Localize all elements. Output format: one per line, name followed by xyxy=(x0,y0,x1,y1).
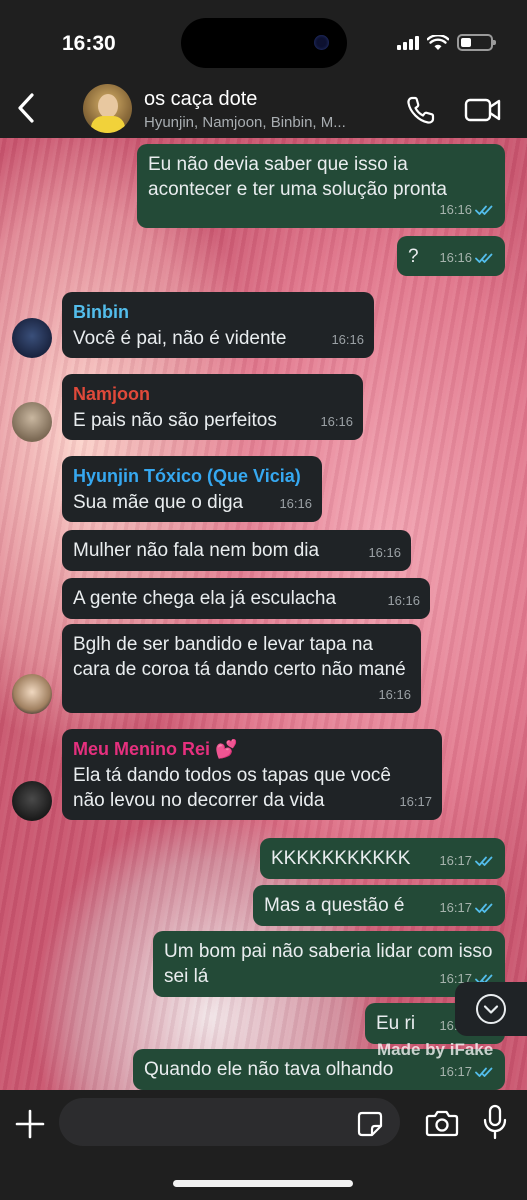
message-time: 16:17 xyxy=(439,1064,472,1079)
message-bubble[interactable]: A gente chega ela já esculacha 16:16 xyxy=(62,578,430,619)
message-text: Mulher não fala nem bom dia xyxy=(73,540,320,561)
status-bar: 16:30 xyxy=(0,0,527,80)
sticker-icon[interactable] xyxy=(356,1110,384,1138)
message-time: 16:16 xyxy=(279,496,312,511)
message-text: Bglh de ser bandido e levar tapa na cara… xyxy=(73,634,406,680)
message-bubble[interactable]: Um bom pai não saberia lidar com isso se… xyxy=(153,931,505,997)
watermark: Made by iFake xyxy=(377,1040,494,1059)
wifi-icon xyxy=(427,34,449,50)
battery-icon xyxy=(457,34,496,51)
message-time: 16:16 xyxy=(378,687,411,702)
sender-name[interactable]: Namjoon xyxy=(73,382,352,406)
message-bubble[interactable]: ? 16:16 xyxy=(397,236,505,276)
message-input[interactable] xyxy=(59,1098,400,1146)
dynamic-island xyxy=(181,18,347,68)
phone-icon[interactable] xyxy=(405,94,437,126)
cellular-signal-icon xyxy=(397,35,419,50)
message-text: Eu não devia saber que isso ia acontecer… xyxy=(148,154,447,200)
message-time: 16:17 xyxy=(399,794,432,809)
status-time: 16:30 xyxy=(62,32,116,55)
message-text: Sua mãe que o diga xyxy=(73,492,244,513)
sender-name[interactable]: Hyunjin Tóxico (Que Vicia) xyxy=(73,464,311,488)
message-bubble[interactable]: Hyunjin Tóxico (Que Vicia) Sua mãe que o… xyxy=(62,456,322,522)
message-time: 16:17 xyxy=(439,853,472,868)
message-text: A gente chega ela já esculacha xyxy=(73,588,337,609)
chat-header: os caça dote Hyunjin, Namjoon, Binbin, M… xyxy=(0,80,527,138)
message-text: E pais não são perfeitos xyxy=(73,410,277,431)
chevron-down-icon xyxy=(476,994,506,1024)
message-time: 16:17 xyxy=(439,900,472,915)
read-ticks-icon xyxy=(475,903,493,913)
read-ticks-icon xyxy=(475,856,493,866)
message-bubble[interactable]: Namjoon E pais não são perfeitos 16:16 xyxy=(62,374,363,440)
group-members[interactable]: Hyunjin, Namjoon, Binbin, M... xyxy=(144,114,384,131)
group-title[interactable]: os caça dote xyxy=(144,88,257,111)
message-bubble[interactable]: KKKKKKKKKKK 16:17 xyxy=(260,838,505,879)
message-time: 16:16 xyxy=(331,332,364,347)
sender-name[interactable]: Binbin xyxy=(73,300,363,324)
microphone-icon[interactable] xyxy=(482,1104,508,1140)
status-icons xyxy=(397,34,496,51)
group-avatar[interactable] xyxy=(83,84,132,133)
message-time: 16:16 xyxy=(439,250,472,265)
camera-icon[interactable] xyxy=(425,1108,459,1138)
video-camera-icon[interactable] xyxy=(464,96,502,124)
message-time: 16:16 xyxy=(439,202,472,217)
avatar-meu-menino-rei[interactable] xyxy=(12,781,52,821)
avatar-namjoon[interactable] xyxy=(12,402,52,442)
message-bubble[interactable]: Mulher não fala nem bom dia 16:16 xyxy=(62,530,411,571)
message-bubble[interactable]: Mas a questão é 16:17 xyxy=(253,885,505,926)
read-ticks-icon xyxy=(475,253,493,263)
message-time: 16:16 xyxy=(368,545,401,560)
message-time: 16:16 xyxy=(320,414,353,429)
read-ticks-icon xyxy=(475,1067,493,1077)
message-text: Ela tá dando todos os tapas que você não… xyxy=(73,765,391,811)
avatar-binbin[interactable] xyxy=(12,318,52,358)
scroll-to-bottom-button[interactable] xyxy=(455,982,527,1036)
message-bubble[interactable]: Binbin Você é pai, não é vidente 16:16 xyxy=(62,292,374,358)
message-bubble[interactable]: Meu Menino Rei 💕 Ela tá dando todos os t… xyxy=(62,729,442,820)
sender-name[interactable]: Meu Menino Rei 💕 xyxy=(73,737,431,761)
message-time: 16:16 xyxy=(387,593,420,608)
plus-icon[interactable] xyxy=(14,1108,46,1140)
back-chevron-icon[interactable] xyxy=(12,90,42,126)
read-ticks-icon xyxy=(475,205,493,215)
message-text: Você é pai, não é vidente xyxy=(73,328,287,349)
avatar-hyunjin[interactable] xyxy=(12,674,52,714)
message-bubble[interactable]: Eu não devia saber que isso ia acontecer… xyxy=(137,144,505,228)
home-indicator xyxy=(173,1180,353,1187)
message-bubble[interactable]: Bglh de ser bandido e levar tapa na cara… xyxy=(62,624,421,713)
